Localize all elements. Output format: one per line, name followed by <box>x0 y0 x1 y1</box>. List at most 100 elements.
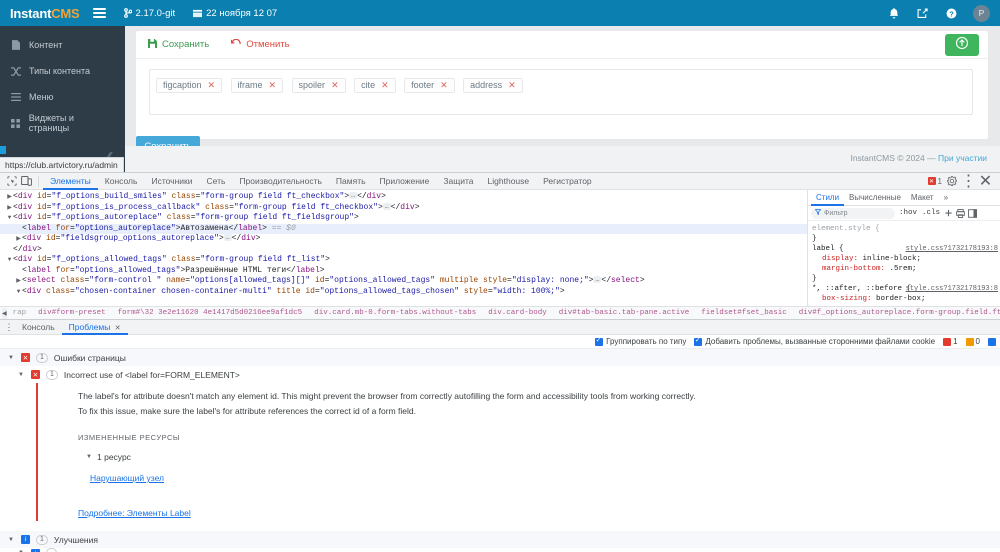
chevron-down-icon[interactable]: ▼ <box>15 287 22 298</box>
hover-state-button[interactable]: :hov <box>898 209 918 217</box>
panel-toggle-icon[interactable] <box>968 208 977 218</box>
style-source-link[interactable]: style.css?1732178193:8 <box>906 244 998 254</box>
chevron-right-icon[interactable]: ▶ <box>6 203 13 214</box>
class-editor-button[interactable]: .cls <box>921 209 941 217</box>
drawer-tab-issues[interactable]: Проблемы ✕ <box>62 320 128 335</box>
issue-item[interactable]: ▼ ✕ 1 Incorrect use of <label for=FORM_E… <box>0 366 1000 383</box>
styles-filter-input[interactable]: Фильтр <box>811 207 895 219</box>
dom-node[interactable]: ▼ <div id="f_options_autoreplace" class="… <box>0 213 807 224</box>
device-toolbar-icon[interactable] <box>19 174 34 189</box>
remove-tag-icon[interactable]: ✕ <box>269 80 277 91</box>
more-vertical-icon[interactable]: ⋮ <box>3 322 15 332</box>
sidebar-item-menu[interactable]: Меню <box>0 84 125 110</box>
warning-count-badge[interactable]: 0 <box>965 337 980 346</box>
dom-node[interactable]: ▶<div id="f_options_build_smiles" class=… <box>0 192 807 203</box>
cancel-action[interactable]: Отменить <box>230 38 290 51</box>
help-icon[interactable]: ? <box>946 8 957 19</box>
tab-layout[interactable]: Макет <box>906 190 939 206</box>
tab-console[interactable]: Консоль <box>98 173 145 190</box>
menu-toggle-icon[interactable] <box>92 8 106 18</box>
tab-styles[interactable]: Стили <box>811 190 844 206</box>
remove-tag-icon[interactable]: ✕ <box>381 80 389 91</box>
date-indicator[interactable]: 22 ноября 12 07 <box>193 8 277 19</box>
tab-more-icon[interactable]: » <box>939 190 953 206</box>
chevron-down-icon[interactable]: ▼ <box>6 255 13 266</box>
chevron-right-icon[interactable]: ▶ <box>6 192 13 203</box>
third-party-cookies-checkbox[interactable]: Добавить проблемы, вызванные сторонними … <box>694 336 935 346</box>
breadcrumb-item[interactable]: rap <box>7 309 33 317</box>
breadcrumb-item[interactable]: form#\32 3e2e11620 4e1417d5d0216ee9af1dc… <box>112 309 309 317</box>
dom-node[interactable]: <label for="options_allowed_tags">Разреш… <box>0 266 807 277</box>
breadcrumb-item[interactable]: fieldset#fset_basic <box>695 309 793 317</box>
styles-rules[interactable]: element.style {} label {style.css?1732178… <box>808 221 1000 304</box>
version-indicator[interactable]: 2.17.0-git <box>123 8 175 19</box>
issue-group-improvements[interactable]: ▼ i 1 Улучшения <box>0 531 1000 548</box>
style-rule[interactable]: element.style {} <box>812 224 1000 244</box>
collapsed-children-icon[interactable]: … <box>223 234 232 242</box>
dom-node[interactable]: <label for="options_autoreplace">Автозам… <box>0 223 807 234</box>
save-action[interactable]: Сохранить <box>148 38 209 51</box>
style-rule[interactable]: *, ::after, ::before {style.css?17321781… <box>812 284 1000 304</box>
footer-link[interactable]: При участии <box>938 153 987 163</box>
tab-recorder[interactable]: Регистратор <box>536 173 599 190</box>
info-count-badge[interactable] <box>988 337 996 346</box>
style-property-name[interactable]: margin-bottom: <box>812 265 890 273</box>
bell-icon[interactable] <box>889 7 899 19</box>
breadcrumb-item[interactable]: div#form-preset <box>32 309 112 317</box>
remove-tag-icon[interactable]: ✕ <box>208 80 216 91</box>
collapsed-children-icon[interactable]: … <box>382 202 391 210</box>
dom-node[interactable]: ▼ <div id="f_options_allowed_tags" class=… <box>0 255 807 266</box>
tab-computed[interactable]: Вычисленные <box>844 190 906 206</box>
logo[interactable]: InstantCMS <box>10 6 80 21</box>
tab-sources[interactable]: Источники <box>144 173 199 190</box>
style-property-name[interactable]: box-sizing: <box>812 295 876 303</box>
breadcrumb-item[interactable]: div#tab-basic.tab-pane.active <box>553 309 696 317</box>
avatar[interactable]: P <box>973 4 990 22</box>
drawer-tab-console[interactable]: Консоль <box>15 320 62 335</box>
sidebar-item-widgets[interactable]: Виджеты и страницы <box>0 110 125 136</box>
chevron-right-icon[interactable]: ▶ <box>15 234 22 245</box>
tab-security[interactable]: Защита <box>436 173 480 190</box>
close-icon[interactable]: ✕ <box>115 325 121 332</box>
issue-group-errors[interactable]: ▼ ✕ 1 Ошибки страницы <box>0 349 1000 366</box>
collapsed-children-icon[interactable]: … <box>349 192 358 200</box>
plus-icon[interactable] <box>944 209 953 218</box>
style-property-value[interactable]: border-box; <box>876 295 926 303</box>
group-by-type-checkbox[interactable]: Группировать по типу <box>595 336 686 346</box>
tab-performance[interactable]: Производительность <box>232 173 329 190</box>
dom-tree[interactable]: ▶<div id="f_options_build_smiles" class=… <box>0 190 807 306</box>
style-declaration[interactable]: box-sizing: border-box; <box>812 294 1000 304</box>
style-property-name[interactable]: display: <box>812 255 863 263</box>
tab-network[interactable]: Сеть <box>200 173 233 190</box>
close-icon[interactable]: ✕ <box>978 173 993 190</box>
style-property-value[interactable]: .5rem; <box>890 265 917 273</box>
share-icon[interactable] <box>917 8 928 19</box>
tab-lighthouse[interactable]: Lighthouse <box>481 173 537 190</box>
breadcrumb-item[interactable]: div.card.mb-0.form-tabs.without-tabs <box>308 309 482 317</box>
dom-node[interactable]: ▶<div id="f_options_is_process_callback"… <box>0 203 807 214</box>
style-declaration[interactable]: display: inline-block; <box>812 254 1000 264</box>
style-property-value[interactable]: inline-block; <box>863 255 922 263</box>
remove-tag-icon[interactable]: ✕ <box>331 80 339 91</box>
affected-resource-row[interactable]: ▼ 1 ресурс <box>76 452 1000 462</box>
dom-node[interactable]: ▼ <div class="chosen-container chosen-con… <box>0 287 807 298</box>
dom-node[interactable]: ▶<div id="fieldsgroup_options_autoreplac… <box>0 234 807 245</box>
error-count-badge[interactable]: 1 <box>943 337 958 346</box>
more-vertical-icon[interactable]: ⋮ <box>961 173 977 190</box>
remove-tag-icon[interactable]: ✕ <box>440 80 448 91</box>
sidebar-item-content[interactable]: Контент <box>0 32 125 58</box>
breadcrumb-item[interactable]: div#f_options_autoreplace.form-group.fie… <box>793 309 1000 317</box>
print-icon[interactable] <box>956 208 965 218</box>
dom-node[interactable]: ▶<select class="form-control " name="opt… <box>0 276 807 287</box>
remove-tag-icon[interactable]: ✕ <box>508 80 516 91</box>
tab-application[interactable]: Приложение <box>373 173 437 190</box>
style-declaration[interactable]: margin-bottom: .5rem; <box>812 264 1000 274</box>
chevron-down-icon[interactable]: ▼ <box>6 213 13 224</box>
issue-row-partial[interactable]: ▼ i <box>0 548 1000 552</box>
upload-button[interactable] <box>945 34 979 56</box>
style-source-link[interactable]: style.css?1732178193:8 <box>906 284 998 294</box>
dom-node[interactable]: </div> <box>0 245 807 256</box>
breadcrumb-item[interactable]: div.card-body <box>482 309 553 317</box>
learn-more-link[interactable]: Подробнее: Элементы Label <box>76 508 191 518</box>
violating-node-link[interactable]: Нарушающий узел <box>76 473 164 483</box>
